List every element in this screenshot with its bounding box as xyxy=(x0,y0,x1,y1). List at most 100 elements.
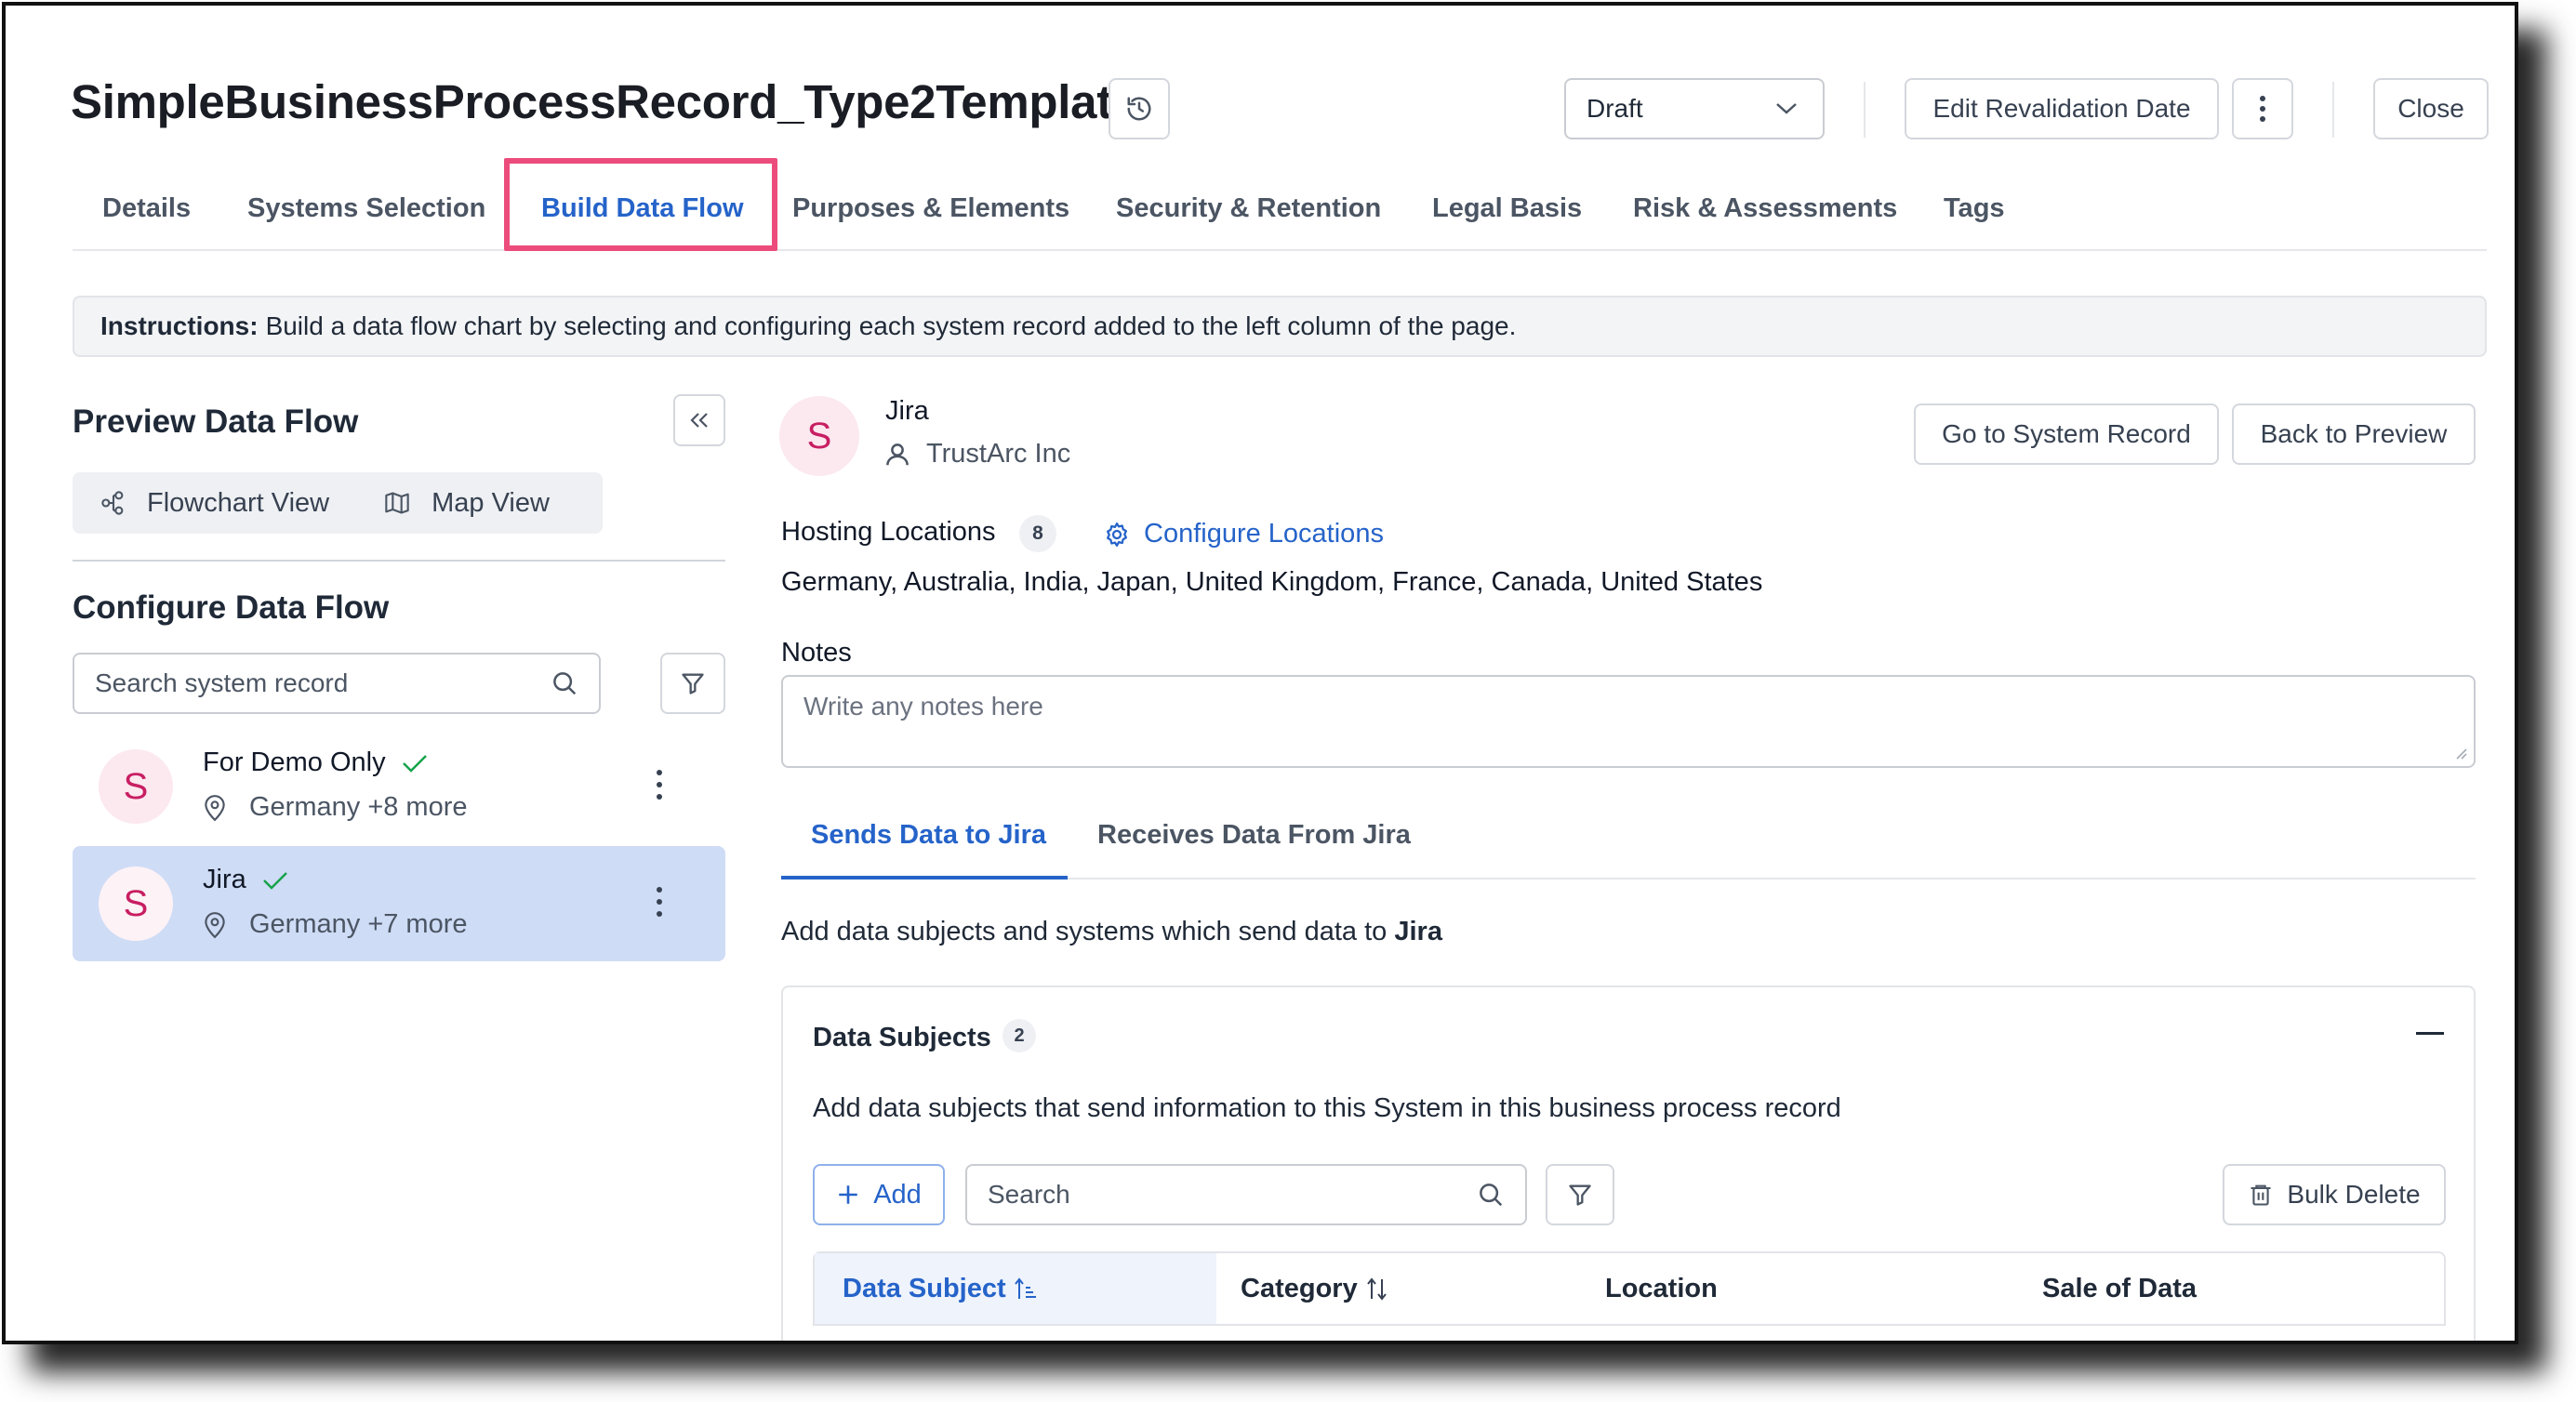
preview-data-flow-heading: Preview Data Flow xyxy=(73,403,359,440)
edit-revalidation-date-button[interactable]: Edit Revalidation Date xyxy=(1905,78,2219,139)
check-icon xyxy=(402,754,427,773)
sends-description-target: Jira xyxy=(1394,917,1442,946)
collapse-section-icon[interactable] xyxy=(2416,1032,2444,1035)
search-system-record-input[interactable]: Search system record xyxy=(73,653,601,714)
sort-icon xyxy=(1366,1276,1387,1301)
system-list-item-selected[interactable]: S Jira Germany +7 more xyxy=(73,846,725,961)
close-label: Close xyxy=(2397,94,2464,123)
flowchart-view-button[interactable]: Flowchart View xyxy=(100,488,329,519)
location-pin-icon xyxy=(205,911,225,938)
data-subjects-title: Data Subjects xyxy=(813,1023,991,1052)
system-detail-owner: TrustArc Inc xyxy=(883,439,1070,470)
status-select[interactable]: Draft xyxy=(1564,78,1825,139)
tab-build-data-flow[interactable]: Build Data Flow xyxy=(541,193,744,224)
history-button[interactable] xyxy=(1109,78,1170,139)
back-to-preview-label: Back to Preview xyxy=(2260,419,2448,448)
left-panel-divider xyxy=(73,560,725,562)
tab-systems-selection[interactable]: Systems Selection xyxy=(247,193,485,224)
notes-textarea[interactable]: Write any notes here xyxy=(781,675,2476,768)
configure-locations-link[interactable]: Configure Locations xyxy=(1103,519,1384,549)
data-subjects-count-badge: 2 xyxy=(1003,1019,1036,1052)
data-subjects-description: Add data subjects that send information … xyxy=(813,1093,1841,1123)
notes-placeholder: Write any notes here xyxy=(803,692,1043,721)
trash-icon xyxy=(2251,1184,2271,1206)
system-detail-avatar: S xyxy=(779,396,859,476)
add-label: Add xyxy=(873,1179,922,1210)
double-chevron-left-icon xyxy=(690,413,708,428)
kebab-menu-icon[interactable] xyxy=(655,885,664,919)
instructions-prefix: Instructions: xyxy=(100,311,259,340)
hosting-locations-count-badge: 8 xyxy=(1019,515,1056,552)
back-to-preview-button[interactable]: Back to Preview xyxy=(2232,403,2476,465)
tab-details[interactable]: Details xyxy=(102,193,191,224)
active-sub-tab-indicator xyxy=(781,876,1068,880)
search-icon xyxy=(1480,1184,1503,1207)
add-data-subject-button[interactable]: Add xyxy=(813,1164,945,1225)
system-name-text: For Demo Only xyxy=(203,747,386,777)
sort-ascending-icon xyxy=(1014,1276,1036,1299)
flowchart-icon xyxy=(101,491,124,515)
tab-risk-assessments[interactable]: Risk & Assessments xyxy=(1633,193,1897,224)
instructions-text: Build a data flow chart by selecting and… xyxy=(265,311,1517,340)
status-select-value: Draft xyxy=(1587,94,1643,123)
header-divider xyxy=(1864,82,1866,138)
system-detail-name: Jira xyxy=(885,396,929,426)
page-title: SimpleBusinessProcessRecord_Type2Templat… xyxy=(71,75,1138,128)
data-subjects-search-input[interactable]: Search xyxy=(965,1164,1527,1225)
sends-description: Add data subjects and systems which send… xyxy=(781,917,1442,947)
hosting-locations-label: Hosting Locations xyxy=(781,517,996,547)
system-detail-owner-text: TrustArc Inc xyxy=(926,439,1071,469)
bulk-delete-button[interactable]: Bulk Delete xyxy=(2223,1164,2446,1225)
filter-icon xyxy=(682,673,704,694)
data-subjects-table-header: Data Subject Category Location Sale of D… xyxy=(813,1251,2446,1326)
go-to-system-record-label: Go to System Record xyxy=(1942,419,2191,448)
data-direction-tabs: Sends Data to Jira Receives Data From Ji… xyxy=(781,803,2476,880)
resize-handle-icon[interactable] xyxy=(2453,746,2468,761)
notes-label: Notes xyxy=(781,638,852,668)
search-system-record-placeholder: Search system record xyxy=(95,668,349,697)
tab-sends-data[interactable]: Sends Data to Jira xyxy=(811,820,1046,851)
more-actions-button[interactable] xyxy=(2232,78,2293,139)
go-to-system-record-button[interactable]: Go to System Record xyxy=(1914,403,2219,465)
system-location-text: Germany +7 more xyxy=(249,909,468,939)
tab-purposes-elements[interactable]: Purposes & Elements xyxy=(792,193,1069,224)
kebab-menu-icon[interactable] xyxy=(655,768,664,801)
edit-revalidation-date-label: Edit Revalidation Date xyxy=(1932,94,2191,123)
app-window: SimpleBusinessProcessRecord_Type2Templat… xyxy=(2,2,2518,1344)
configure-data-flow-heading: Configure Data Flow xyxy=(73,589,390,626)
tab-legal-basis[interactable]: Legal Basis xyxy=(1432,193,1582,224)
system-avatar: S xyxy=(99,749,173,824)
tab-security-retention[interactable]: Security & Retention xyxy=(1116,193,1381,224)
system-name-text: Jira xyxy=(203,865,246,894)
history-icon xyxy=(1127,97,1151,121)
system-name: For Demo Only xyxy=(203,747,429,778)
column-header-sale-of-data[interactable]: Sale of Data xyxy=(2042,1274,2197,1304)
map-view-label: Map View xyxy=(432,487,550,518)
column-header-label: Data Subject xyxy=(843,1274,1006,1303)
system-location-text: Germany +8 more xyxy=(249,792,468,822)
check-icon xyxy=(262,871,287,890)
collapse-panel-button[interactable] xyxy=(673,394,725,446)
data-subjects-filter-button[interactable] xyxy=(1546,1164,1614,1225)
system-list-item[interactable]: S For Demo Only Germany +8 more xyxy=(73,729,725,844)
flowchart-view-label: Flowchart View xyxy=(147,487,330,518)
system-location: Germany +7 more xyxy=(203,909,468,940)
close-button[interactable]: Close xyxy=(2373,78,2489,139)
view-toggle: Flowchart View Map View xyxy=(73,472,603,534)
column-header-data-subject[interactable]: Data Subject xyxy=(843,1274,1038,1304)
plus-icon xyxy=(839,1185,857,1204)
column-header-category[interactable]: Category xyxy=(1241,1274,1389,1304)
filter-systems-button[interactable] xyxy=(660,653,725,714)
instructions-banner: Instructions: Build a data flow chart by… xyxy=(73,296,2487,357)
column-header-location[interactable]: Location xyxy=(1605,1274,1718,1304)
bulk-delete-label: Bulk Delete xyxy=(2287,1180,2421,1209)
tab-tags[interactable]: Tags xyxy=(1944,193,2005,224)
tab-bar: Details Systems Selection Build Data Flo… xyxy=(73,158,2487,251)
tab-receives-data[interactable]: Receives Data From Jira xyxy=(1097,820,1411,851)
map-view-button[interactable]: Map View xyxy=(383,488,550,519)
user-icon xyxy=(886,443,909,465)
data-subjects-search-placeholder: Search xyxy=(988,1180,1070,1209)
system-name: Jira xyxy=(203,865,289,895)
system-location: Germany +8 more xyxy=(203,792,468,823)
search-icon xyxy=(553,672,577,695)
